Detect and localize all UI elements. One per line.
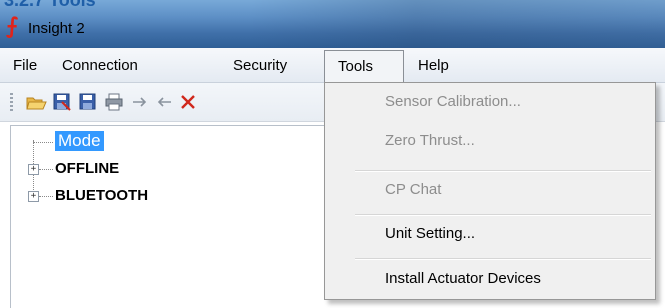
menu-item-cp-chat[interactable]: CP Chat <box>385 181 441 198</box>
app-logo-icon: ⨍ <box>6 14 19 39</box>
menu-security[interactable]: Security <box>233 57 287 74</box>
menu-separator <box>355 170 651 172</box>
toolbar-grip[interactable] <box>10 93 13 113</box>
menu-tools[interactable]: Tools <box>324 50 404 82</box>
expand-offline-icon[interactable]: + <box>28 164 39 175</box>
menu-separator <box>355 258 651 260</box>
open-folder-icon[interactable] <box>26 92 47 112</box>
delete-icon[interactable] <box>178 92 198 112</box>
tree-node-offline[interactable]: OFFLINE <box>55 160 119 177</box>
arrow-right-icon[interactable] <box>130 92 150 112</box>
arrow-left-icon[interactable] <box>154 92 174 112</box>
menu-item-install-actuator-devices[interactable]: Install Actuator Devices <box>385 270 541 287</box>
menu-separator <box>355 214 651 216</box>
tools-dropdown-menu: Sensor Calibration... Zero Thrust... CP … <box>324 82 656 300</box>
tree-connector <box>33 142 53 143</box>
tree-node-bluetooth[interactable]: BLUETOOTH <box>55 187 148 204</box>
menu-connection[interactable]: Connection <box>62 57 138 74</box>
window-titlebar <box>0 0 665 48</box>
menu-help[interactable]: Help <box>418 57 449 74</box>
menu-file[interactable]: File <box>13 57 37 74</box>
document-heading: 3.2.7 Tools <box>4 0 96 10</box>
menu-tools-label: Tools <box>338 58 374 75</box>
save-as-icon[interactable] <box>52 92 72 112</box>
tree-connector <box>39 169 53 170</box>
tree-connector <box>39 196 53 197</box>
window-title: Insight 2 <box>28 20 85 37</box>
save-icon[interactable] <box>78 92 98 112</box>
print-icon[interactable] <box>104 92 124 112</box>
tree-node-mode[interactable]: Mode <box>55 131 104 151</box>
menu-item-unit-setting[interactable]: Unit Setting... <box>385 225 475 242</box>
menu-item-sensor-calibration[interactable]: Sensor Calibration... <box>385 93 521 110</box>
menu-item-zero-thrust[interactable]: Zero Thrust... <box>385 132 475 149</box>
expand-bluetooth-icon[interactable]: + <box>28 191 39 202</box>
